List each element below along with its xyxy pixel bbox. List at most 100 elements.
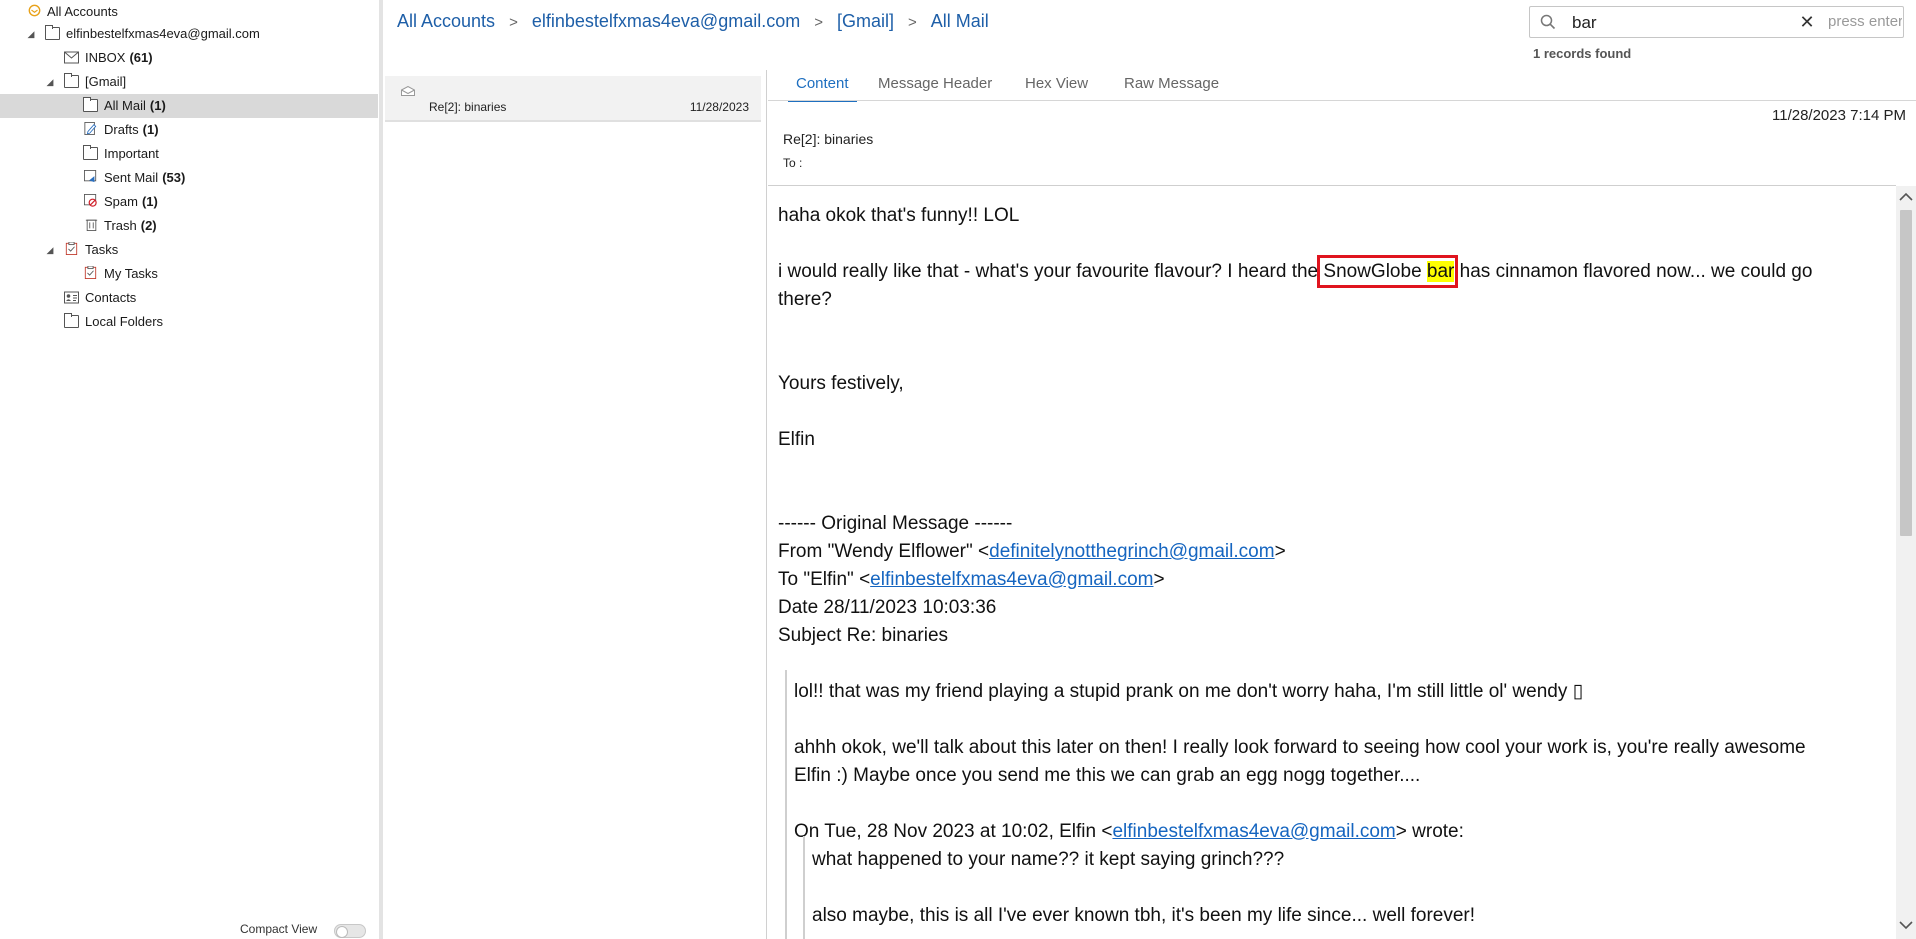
tasks-icon bbox=[84, 266, 97, 279]
tree-item-account[interactable]: ◢ elfinbestelfxmas4eva@gmail.com bbox=[0, 22, 378, 46]
collapse-arrow-icon[interactable]: ◢ bbox=[44, 238, 56, 262]
tree-item-label: Local Folders bbox=[85, 314, 164, 329]
sent-icon bbox=[84, 170, 97, 183]
tree-item-inbox[interactable]: INBOX (61) bbox=[0, 46, 378, 70]
tab-hex-view[interactable]: Hex View bbox=[1025, 70, 1088, 100]
tree-item-local-folders[interactable]: Local Folders bbox=[0, 310, 378, 334]
drafts-icon bbox=[84, 122, 97, 135]
tree-item-label: INBOX bbox=[85, 50, 126, 65]
tree-item-spam[interactable]: Spam (1) bbox=[0, 190, 378, 214]
body-text: On Tue, 28 Nov 2023 at 10:02, Elfin < bbox=[794, 821, 1113, 842]
message-list: Re[2]: binaries 11/28/2023 bbox=[383, 70, 767, 939]
tree-item-my-tasks[interactable]: My Tasks bbox=[0, 262, 378, 286]
tree-item-label: Trash bbox=[104, 218, 137, 233]
tree-item-tasks[interactable]: ◢ Tasks bbox=[0, 238, 378, 262]
tab-divider bbox=[768, 100, 1916, 101]
tree-item-label: [Gmail] bbox=[85, 74, 127, 89]
tab-message-header[interactable]: Message Header bbox=[878, 70, 992, 100]
unread-count: (53) bbox=[162, 170, 186, 185]
message-list-row[interactable]: Re[2]: binaries 11/28/2023 bbox=[385, 76, 761, 122]
message-subject: Re[2]: binaries bbox=[429, 100, 507, 114]
clear-search-icon[interactable]: ✕ bbox=[1798, 13, 1816, 31]
tasks-icon bbox=[65, 242, 78, 255]
records-found-label: 1 records found bbox=[1533, 46, 1632, 61]
tree-item-contacts[interactable]: Contacts bbox=[0, 286, 378, 310]
trash-icon bbox=[85, 219, 98, 231]
unread-count: (1) bbox=[141, 194, 158, 209]
tree-item-gmail[interactable]: ◢ [Gmail] bbox=[0, 70, 378, 94]
breadcrumb-separator: > bbox=[908, 14, 917, 31]
body-line: Date 28/11/2023 10:03:36 bbox=[778, 597, 997, 618]
body-line: Yours festively, bbox=[778, 373, 904, 394]
inbox-icon bbox=[64, 51, 79, 64]
breadcrumb-item-gmail[interactable]: [Gmail] bbox=[837, 11, 894, 31]
folder-icon bbox=[64, 73, 79, 88]
body-line: haha okok that's funny!! LOL bbox=[778, 205, 1020, 226]
tree-item-label: Spam bbox=[104, 194, 138, 209]
tree-item-label: My Tasks bbox=[104, 266, 158, 281]
body-text: To "Elfin" < bbox=[778, 569, 871, 590]
tree-item-all-accounts[interactable]: All Accounts bbox=[0, 0, 378, 24]
message-header-to: To : bbox=[783, 156, 803, 170]
account-icon bbox=[45, 25, 60, 40]
folder-icon bbox=[83, 97, 98, 112]
quote-bar bbox=[803, 836, 805, 939]
quoted-line: also maybe, this is all I've ever known … bbox=[812, 905, 1476, 926]
folder-icon bbox=[83, 145, 98, 160]
tree-item-label: Contacts bbox=[85, 290, 137, 305]
folder-icon bbox=[64, 313, 79, 328]
email-link[interactable]: elfinbestelfxmas4eva@gmail.com bbox=[1112, 821, 1395, 842]
email-link[interactable]: elfinbestelfxmas4eva@gmail.com bbox=[870, 569, 1153, 590]
search-icon bbox=[1540, 14, 1556, 30]
chevron-down-icon[interactable] bbox=[1899, 920, 1913, 930]
tree-item-label: All Mail bbox=[104, 98, 146, 113]
unread-count: (2) bbox=[140, 218, 157, 233]
quoted-line: Elfin :) Maybe once you send me this we … bbox=[794, 765, 1421, 786]
quoted-line: ahhh okok, we'll talk about this later o… bbox=[794, 737, 1806, 758]
collapse-arrow-icon[interactable]: ◢ bbox=[44, 70, 56, 94]
chevron-up-icon[interactable] bbox=[1899, 192, 1913, 202]
body-text: > bbox=[1153, 569, 1165, 590]
envelope-open-icon bbox=[401, 86, 415, 96]
tree-item-trash[interactable]: Trash (2) bbox=[0, 214, 378, 238]
body-text: > bbox=[1274, 541, 1286, 562]
breadcrumb-separator: > bbox=[814, 14, 823, 31]
unread-count: (1) bbox=[142, 122, 159, 137]
breadcrumb-item-all-accounts[interactable]: All Accounts bbox=[397, 11, 495, 31]
body-line: ------ Original Message ------ bbox=[778, 513, 1013, 534]
unread-count: (1) bbox=[149, 98, 166, 113]
contacts-icon bbox=[64, 291, 79, 304]
all-accounts-icon bbox=[28, 4, 41, 17]
tree-item-label: All Accounts bbox=[47, 4, 118, 19]
tree-item-label: Sent Mail bbox=[104, 170, 159, 185]
tree-item-label: elfinbestelfxmas4eva@gmail.com bbox=[66, 26, 260, 41]
tree-item-drafts[interactable]: Drafts (1) bbox=[0, 118, 378, 142]
tab-raw-message[interactable]: Raw Message bbox=[1124, 70, 1219, 100]
spam-icon bbox=[84, 194, 97, 207]
quoted-line: lol!! that was my friend playing a stupi… bbox=[794, 681, 1584, 702]
tree-item-important[interactable]: Important bbox=[0, 142, 378, 166]
body-scrollbar[interactable] bbox=[1896, 186, 1916, 939]
email-link[interactable]: definitelynotthegrinch@gmail.com bbox=[989, 541, 1274, 562]
body-line: Elfin bbox=[778, 429, 815, 450]
body-line: To "Elfin" <elfinbestelfxmas4eva@gmail.c… bbox=[778, 566, 1165, 594]
body-line: i would really like that - what's your f… bbox=[778, 258, 1812, 286]
message-header-subject: Re[2]: binaries bbox=[783, 131, 874, 147]
collapse-arrow-icon[interactable]: ◢ bbox=[25, 22, 37, 46]
tree-item-sent-mail[interactable]: Sent Mail (53) bbox=[0, 166, 378, 190]
search-hint: press enter bbox=[1828, 13, 1902, 30]
search-input[interactable] bbox=[1570, 10, 1754, 36]
message-datetime: 11/28/2023 7:14 PM bbox=[1772, 107, 1906, 124]
breadcrumb-item-account[interactable]: elfinbestelfxmas4eva@gmail.com bbox=[532, 11, 800, 31]
tree-item-all-mail[interactable]: All Mail (1) bbox=[0, 94, 378, 118]
tree-item-label: Drafts bbox=[104, 122, 139, 137]
body-line: there? bbox=[778, 289, 832, 310]
scrollbar-thumb[interactable] bbox=[1900, 210, 1912, 536]
breadcrumb-item-all-mail[interactable]: All Mail bbox=[931, 11, 989, 31]
breadcrumb-separator: > bbox=[509, 14, 518, 31]
search-box: ✕ press enter bbox=[1529, 6, 1904, 38]
quoted-line: On Tue, 28 Nov 2023 at 10:02, Elfin <elf… bbox=[794, 818, 1464, 846]
compact-view-toggle[interactable] bbox=[334, 924, 366, 938]
tab-content[interactable]: Content bbox=[788, 70, 857, 102]
body-text: has cinnamon flavored now... we could go bbox=[1454, 261, 1813, 282]
